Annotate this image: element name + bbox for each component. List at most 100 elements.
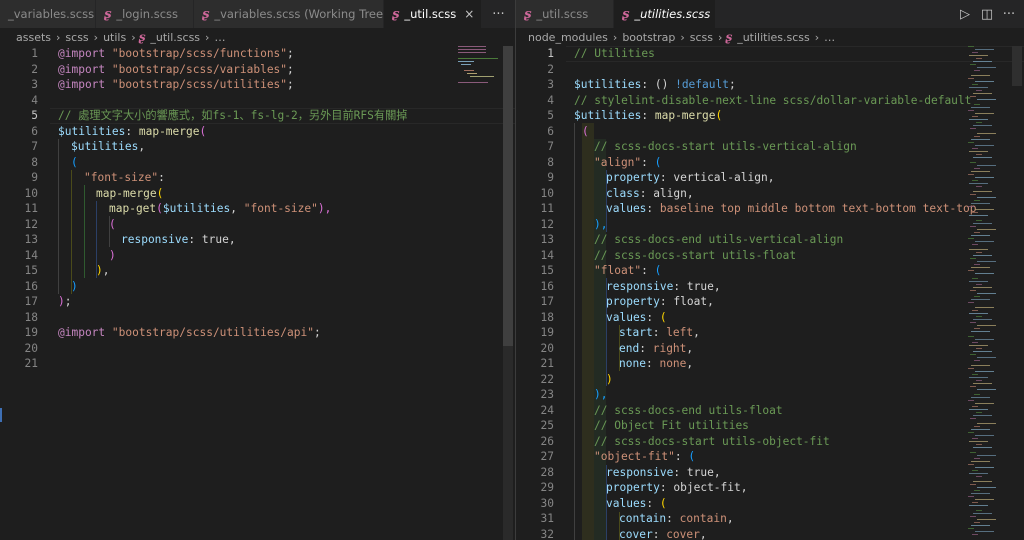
tab-label: _variables.scss (Working Tree): [214, 7, 384, 21]
split-editor-icon[interactable]: ◫: [976, 7, 998, 22]
code-line: responsive: true,: [606, 279, 721, 293]
tab-util-scss[interactable]: ʂ _util.scss: [516, 0, 614, 28]
code-line: ): [109, 248, 116, 262]
minimap-line: [969, 409, 988, 410]
sass-icon: ʂ: [524, 6, 532, 22]
tab-label: _util.scss: [404, 7, 457, 21]
breadcrumb-bootstrap[interactable]: bootstrap: [622, 31, 675, 44]
scrollbar-thumb[interactable]: [503, 46, 513, 346]
code-line: $utilities,: [71, 140, 146, 153]
breadcrumb-node-modules[interactable]: node_modules: [528, 31, 608, 44]
minimap-line: [974, 394, 980, 395]
code-line: $utilities: map-merge(: [574, 109, 723, 122]
code-line: start: left,: [619, 326, 700, 339]
code-line: cover: cover,: [619, 527, 707, 540]
minimap-line: [973, 415, 992, 416]
code-line: ),: [96, 264, 110, 277]
right-code-editor[interactable]: 1 2 3 4 5 6 7 8 9 10 11 12 13 14 15 16 17 18 19 20 21 22 23 24 2…: [516, 46, 1024, 540]
minimap-line: [968, 368, 974, 369]
tab-login-scss[interactable]: ʂ _login.scss: [96, 0, 194, 28]
minimap-line: [970, 322, 976, 323]
minimap-line: [969, 151, 988, 152]
breadcrumb: assets › scss › utils › ʂ _util.scss › …: [0, 28, 515, 46]
minimap-line: [969, 345, 988, 346]
chevron-right-icon: ›: [93, 30, 99, 44]
minimap-line: [974, 200, 980, 201]
scrollbar-thumb[interactable]: [1012, 46, 1022, 86]
minimap-line: [976, 186, 982, 187]
code-line: values: (: [606, 310, 667, 324]
minimap-line: [977, 133, 996, 134]
breadcrumb-symbol[interactable]: …: [214, 31, 225, 44]
close-icon[interactable]: ×: [464, 7, 474, 21]
minimap-line: [972, 52, 978, 53]
minimap-line: [970, 386, 976, 387]
code-line: // Object Fit utilities: [594, 419, 749, 432]
tab-util-scss[interactable]: ʂ _util.scss ×: [384, 0, 482, 28]
sass-icon: ʂ: [202, 6, 210, 22]
left-code-editor[interactable]: 1 2 3 4 5 6 7 8 9 10 11 12 13 14 15 16 17 18 19 20 21 @impor…: [0, 46, 515, 540]
minimap-line: [971, 397, 990, 398]
line-number: 20: [24, 341, 38, 355]
run-icon[interactable]: ▷: [954, 7, 976, 22]
minimap-line: [968, 432, 974, 433]
minimap-line: [971, 365, 990, 366]
minimap-line: [975, 371, 994, 372]
minimap-line: [970, 128, 976, 129]
vertical-scrollbar[interactable]: [1012, 46, 1022, 540]
minimap-line: [977, 293, 996, 294]
breadcrumb-scss[interactable]: scss: [690, 31, 713, 44]
minimap[interactable]: [458, 46, 500, 86]
minimap-line: [973, 93, 992, 94]
code-line: property: float,: [606, 295, 714, 308]
minimap-line: [970, 290, 976, 291]
minimap-line: [970, 226, 976, 227]
code-line: @import "bootstrap/scss/utilities";: [58, 78, 294, 91]
minimap-line: [969, 441, 988, 442]
code-line: "align": (: [594, 155, 662, 169]
code-line: ): [606, 372, 613, 386]
minimap[interactable]: [968, 46, 1012, 540]
minimap-line: [974, 328, 980, 329]
minimap-line: [974, 70, 980, 71]
breadcrumb-assets[interactable]: assets: [16, 31, 51, 44]
code-line: // scss-docs-end utils-vertical-align: [594, 233, 844, 246]
breadcrumb-symbol[interactable]: …: [824, 31, 835, 44]
code-line: map-merge(: [96, 186, 164, 200]
code-line: (: [71, 155, 78, 169]
breadcrumb-utils[interactable]: utils: [103, 31, 126, 44]
tab-utilities-scss[interactable]: ʂ _utilities.scss ×: [614, 0, 716, 28]
breadcrumb-scss[interactable]: scss: [65, 31, 88, 44]
minimap-line: [972, 180, 978, 181]
code-line: values: baseline top middle bottom text-…: [606, 202, 977, 215]
more-actions-icon[interactable]: ···: [998, 7, 1020, 22]
minimap-line: [975, 81, 994, 82]
code-line: $utilities: map-merge(: [58, 124, 207, 138]
chevron-right-icon: ›: [205, 30, 210, 44]
tab-variables-scss[interactable]: _variables.scss: [0, 0, 96, 28]
minimap-line: [971, 429, 990, 430]
code-line: // scss-docs-start utils-vertical-align: [594, 140, 857, 153]
minimap-line: [975, 467, 994, 468]
minimap-line: [973, 223, 992, 224]
minimap-line: [977, 519, 996, 520]
minimap-line: [971, 139, 990, 140]
minimap-line: [973, 513, 992, 514]
code-line: // scss-docs-start utils-float: [594, 248, 797, 262]
minimap-line: [976, 90, 982, 91]
breadcrumb-file[interactable]: _util.scss: [150, 31, 200, 44]
more-actions-icon[interactable]: ···: [488, 7, 510, 22]
minimap-line: [969, 377, 988, 378]
breadcrumb: node_modules › bootstrap › scss › ʂ _utilit…: [516, 28, 1024, 46]
minimap-line: [976, 220, 982, 221]
minimap-line: [970, 96, 976, 97]
minimap-line: [977, 423, 996, 424]
tab-variables-working-tree[interactable]: ʂ _variables.scss (Working Tree): [194, 0, 384, 28]
minimap-line: [976, 348, 982, 349]
vertical-scrollbar[interactable]: [503, 46, 513, 540]
breadcrumb-file[interactable]: _utilities.scss: [737, 31, 810, 44]
minimap-line: [975, 307, 994, 308]
minimap-line: [977, 67, 996, 68]
minimap-line: [977, 389, 996, 390]
chevron-right-icon: ›: [814, 30, 820, 44]
